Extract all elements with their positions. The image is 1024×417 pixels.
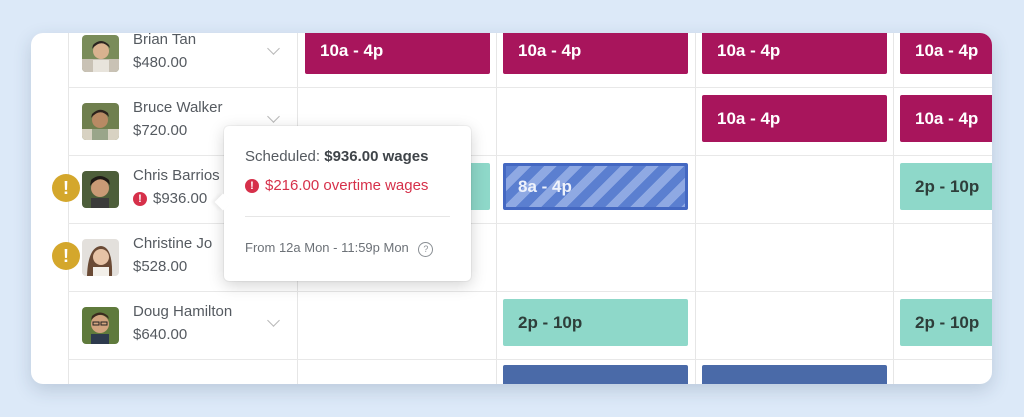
wage-value: $720.00: [133, 122, 188, 139]
chevron-down-icon[interactable]: [267, 110, 280, 123]
day-cell[interactable]: [695, 292, 894, 359]
divider: [245, 216, 450, 217]
employee-wage: $528.00: [133, 258, 187, 275]
scheduled-wages: Scheduled: $936.00 wages: [245, 148, 428, 165]
day-cell[interactable]: [297, 292, 497, 359]
employee-cell[interactable]: Doug Hamilton $640.00: [68, 292, 298, 359]
employee-wage: ! $936.00: [133, 190, 207, 207]
employee-row-doug-hamilton: Doug Hamilton $640.00 2p - 10p 2p - 10p: [68, 292, 992, 360]
shift-block[interactable]: 2p - 10p: [900, 163, 992, 210]
employee-cell[interactable]: [68, 360, 298, 384]
shift-block[interactable]: 10a - 4p: [702, 33, 887, 74]
schedule-card: Brian Tan $480.00 10a - 4p 10a - 4p 10a …: [31, 33, 992, 384]
employee-wage: $480.00: [133, 54, 187, 71]
avatar: [82, 35, 119, 72]
scheduled-value: $936.00 wages: [324, 148, 429, 165]
overtime-text: $216.00 overtime wages: [265, 177, 429, 194]
exclamation-circle-icon: !: [245, 179, 259, 193]
day-cell[interactable]: 10a - 4p: [893, 33, 992, 87]
employee-name: Bruce Walker: [133, 99, 223, 116]
shift-block[interactable]: 10a - 4p: [702, 95, 887, 142]
shift-block[interactable]: 10a - 4p: [900, 33, 992, 74]
shift-block[interactable]: 2p - 10p: [503, 299, 688, 346]
date-range: From 12a Mon - 11:59p Mon ?: [245, 240, 434, 257]
day-cell[interactable]: 2p - 10p: [893, 156, 992, 223]
exclamation-warning-icon[interactable]: !: [52, 242, 80, 270]
avatar: [82, 171, 119, 208]
employee-wage: $720.00: [133, 122, 187, 139]
wage-value: $640.00: [133, 326, 188, 343]
exclamation-warning-icon[interactable]: !: [52, 174, 80, 202]
employee-name: Chris Barrios: [133, 167, 220, 184]
employee-row-partial: [68, 360, 992, 384]
date-range-text: From 12a Mon - 11:59p Mon: [245, 240, 409, 255]
shift-block[interactable]: 10a - 4p: [900, 95, 992, 142]
day-cell[interactable]: [297, 360, 497, 384]
overtime-warning-icon: !: [133, 192, 147, 206]
wage-value: $528.00: [133, 258, 188, 275]
day-cell[interactable]: 10a - 4p: [893, 88, 992, 155]
shift-block[interactable]: 2p - 10p: [900, 299, 992, 346]
help-icon[interactable]: ?: [418, 242, 434, 257]
day-cell[interactable]: 2p - 10p: [893, 292, 992, 359]
day-cell[interactable]: 10a - 4p: [496, 33, 696, 87]
day-cell[interactable]: [496, 88, 696, 155]
chevron-down-icon[interactable]: [267, 314, 280, 327]
wage-tooltip: Scheduled: $936.00 wages ! $216.00 overti…: [224, 126, 471, 281]
day-cell[interactable]: [496, 224, 696, 291]
wage-value: $936.00: [153, 190, 208, 207]
avatar: [82, 307, 119, 344]
shift-block[interactable]: 10a - 4p: [305, 33, 490, 74]
day-cell[interactable]: 10a - 4p: [695, 88, 894, 155]
shift-block[interactable]: [702, 365, 887, 384]
scheduled-label: Scheduled:: [245, 148, 321, 165]
day-cell[interactable]: 8a - 4p: [496, 156, 696, 223]
employee-name: Brian Tan: [133, 33, 197, 48]
selected-shift-block[interactable]: 8a - 4p: [503, 163, 688, 210]
avatar: [82, 239, 119, 276]
employee-cell[interactable]: Brian Tan $480.00: [68, 33, 298, 87]
day-cell[interactable]: [695, 224, 894, 291]
day-cell[interactable]: [893, 224, 992, 291]
day-cell[interactable]: [695, 360, 894, 384]
employee-name: Doug Hamilton: [133, 303, 233, 320]
shift-block[interactable]: 10a - 4p: [503, 33, 688, 74]
overtime-wages: ! $216.00 overtime wages: [245, 177, 428, 194]
day-cell[interactable]: [695, 156, 894, 223]
chevron-down-icon[interactable]: [267, 42, 280, 55]
shift-block[interactable]: [503, 365, 688, 384]
employee-row-chris-barrios: Chris Barrios ! $936.00 8a - 4p 2p - 10p: [68, 156, 992, 224]
employee-name: Christine Jo: [133, 235, 213, 252]
day-cell[interactable]: 10a - 4p: [695, 33, 894, 87]
day-cell[interactable]: 2p - 10p: [496, 292, 696, 359]
wage-value: $480.00: [133, 54, 188, 71]
avatar: [82, 103, 119, 140]
day-cell[interactable]: [496, 360, 696, 384]
day-cell[interactable]: [893, 360, 992, 384]
employee-row-brian-tan: Brian Tan $480.00 10a - 4p 10a - 4p 10a …: [68, 33, 992, 88]
day-cell[interactable]: 10a - 4p: [297, 33, 497, 87]
employee-row-bruce-walker: Bruce Walker $720.00 10a - 4p 10a - 4p: [68, 88, 992, 156]
employee-row-christine-jo: Christine Jo $528.00: [68, 224, 992, 292]
employee-wage: $640.00: [133, 326, 187, 343]
